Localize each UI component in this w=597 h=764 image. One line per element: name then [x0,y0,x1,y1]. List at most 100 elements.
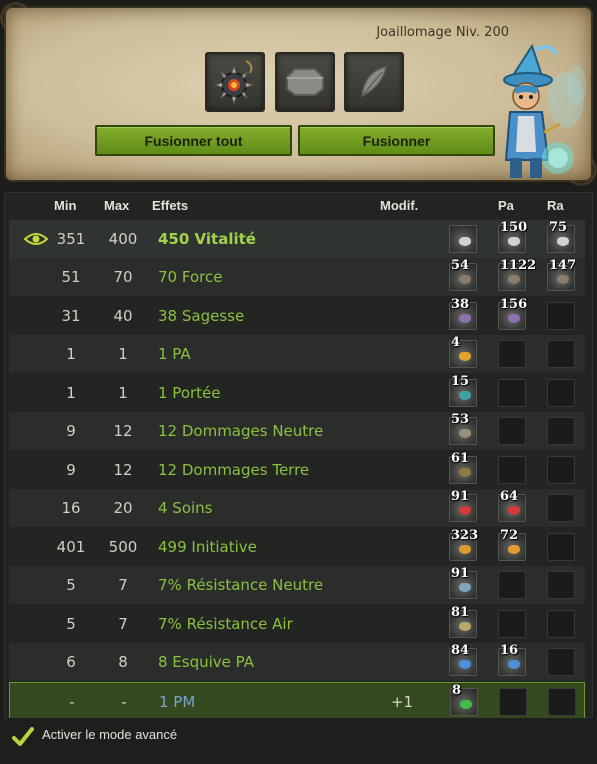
rune-pa-slot[interactable] [498,417,526,445]
modif-value: +1 [390,693,414,711]
rune-ra-slot[interactable] [547,340,575,368]
vitality-rune-icon [508,237,520,246]
fuse-button[interactable]: Fusionner [298,125,495,156]
rune-ba-slot[interactable]: 4 [449,335,477,368]
rune-ba-slot[interactable]: 38 [449,297,477,330]
rune-pa-slot[interactable] [498,340,526,368]
rune-pa-slot[interactable]: 1122 [498,258,536,291]
min-value: 6 [66,653,76,671]
column-header-pa: Pa [498,198,514,213]
min-value: 5 [66,576,76,594]
rune-ra-slot[interactable]: 75 [547,220,575,253]
rune-ba-slot[interactable]: 61 [449,451,477,484]
rune-pa-slot[interactable] [498,456,526,484]
rune-ra-slot[interactable] [547,302,575,330]
rune-ra-slot[interactable] [547,456,575,484]
table-row[interactable]: 401 500 499 Initiative 323 72 [9,528,585,566]
table-row[interactable]: 9 12 12 Dommages Neutre 53 [9,412,585,450]
rune-ba-slot[interactable]: 91 [449,489,477,522]
rune-ra-slot[interactable] [547,417,575,445]
max-value: 12 [113,422,133,440]
rune-ra-slot[interactable]: 147 [547,258,576,291]
strength-rune-icon [459,275,471,284]
neutral-resistance-rune-icon [459,583,471,592]
max-value: - [121,693,127,711]
table-row[interactable]: 51 70 70 Force 54 1122 147 [9,258,585,296]
spiked-amulet-icon [214,60,254,105]
advanced-mode-checkbox[interactable] [12,726,34,748]
rune-ra-slot[interactable] [547,494,575,522]
effect-label: 1 PM [159,693,196,711]
rune-ra-slot[interactable] [548,688,576,716]
rune-ra-slot[interactable] [547,571,575,599]
rune-pa-slot[interactable]: 156 [498,297,527,330]
table-row[interactable]: 1 1 1 Portée 15 [9,374,585,412]
advanced-mode-label[interactable]: Activer le mode avancé [42,726,177,744]
rune-ra-slot[interactable] [547,648,575,676]
max-value: 70 [113,268,133,286]
rune-pa-slot[interactable] [498,610,526,638]
item-slot[interactable] [205,52,265,112]
rune-ba-slot[interactable]: 15 [449,374,477,407]
table-row[interactable]: 16 20 4 Soins 91 64 [9,489,585,527]
table-row-selected[interactable]: - - 1 PM +1 8 [9,682,585,720]
table-row[interactable]: 351 400 450 Vitalité 150 75 [9,220,585,258]
rune-ba-slot[interactable]: 81 [449,605,477,638]
min-value: - [69,693,75,711]
effect-label: 499 Initiative [158,538,257,556]
rune-count: 53 [451,412,470,427]
rune-pa-slot[interactable]: 72 [498,528,526,561]
secondary-slot[interactable] [344,52,404,112]
column-header-min: Min [54,198,77,213]
rune-count: 15 [451,374,470,389]
rune-ra-slot[interactable] [547,379,575,407]
table-row[interactable]: 5 7 7% Résistance Neutre 91 [9,566,585,604]
table-row[interactable]: 6 8 8 Esquive PA 84 16 [9,643,585,681]
min-value: 1 [66,345,76,363]
rune-ba-slot[interactable]: 91 [449,566,477,599]
fuse-all-button[interactable]: Fusionner tout [95,125,292,156]
max-value: 20 [113,499,133,517]
max-value: 8 [118,653,128,671]
table-row[interactable]: 31 40 38 Sagesse 38 156 [9,297,585,335]
ap-dodge-rune-icon [459,660,471,669]
max-value: 12 [113,461,133,479]
rune-ba-slot[interactable]: 323 [449,528,478,561]
rune-ba-slot[interactable]: 53 [449,412,477,445]
rune-ba-slot[interactable] [449,225,477,253]
rune-pa-slot[interactable] [499,688,527,716]
empty-rune-icon [286,68,324,96]
table-row[interactable]: 5 7 7% Résistance Air 81 [9,605,585,643]
table-row[interactable]: 1 1 1 PA 4 [9,335,585,373]
eye-icon[interactable] [24,232,48,246]
vitality-rune-icon [459,237,471,246]
min-value: 351 [56,230,86,248]
rune-ba-slot[interactable]: 8 [450,683,478,716]
feather-icon [361,66,388,98]
earth-damage-rune-icon [459,468,471,477]
rune-count: 54 [451,258,470,273]
rune-slot[interactable] [275,52,335,112]
rune-pa-slot[interactable]: 150 [498,220,527,253]
rune-count: 147 [549,258,577,273]
table-row[interactable]: 9 12 12 Dommages Terre 61 [9,451,585,489]
rune-ra-slot[interactable] [547,533,575,561]
rune-count: 75 [549,220,568,235]
rune-pa-slot[interactable]: 64 [498,489,526,522]
min-value: 31 [61,307,81,325]
effect-label: 8 Esquive PA [158,653,255,671]
min-value: 401 [56,538,86,556]
rune-pa-slot[interactable] [498,379,526,407]
rune-ba-slot[interactable]: 54 [449,258,477,291]
rune-ra-slot[interactable] [547,610,575,638]
rune-ba-slot[interactable]: 84 [449,643,477,676]
rune-count: 16 [500,643,519,658]
column-header-ra: Ra [547,198,564,213]
rune-pa-slot[interactable] [498,571,526,599]
rune-count: 1122 [500,258,537,273]
heal-rune-icon [459,506,471,515]
effect-label: 450 Vitalité [158,230,256,248]
rune-count: 156 [500,297,528,312]
max-value: 500 [108,538,138,556]
rune-pa-slot[interactable]: 16 [498,643,526,676]
